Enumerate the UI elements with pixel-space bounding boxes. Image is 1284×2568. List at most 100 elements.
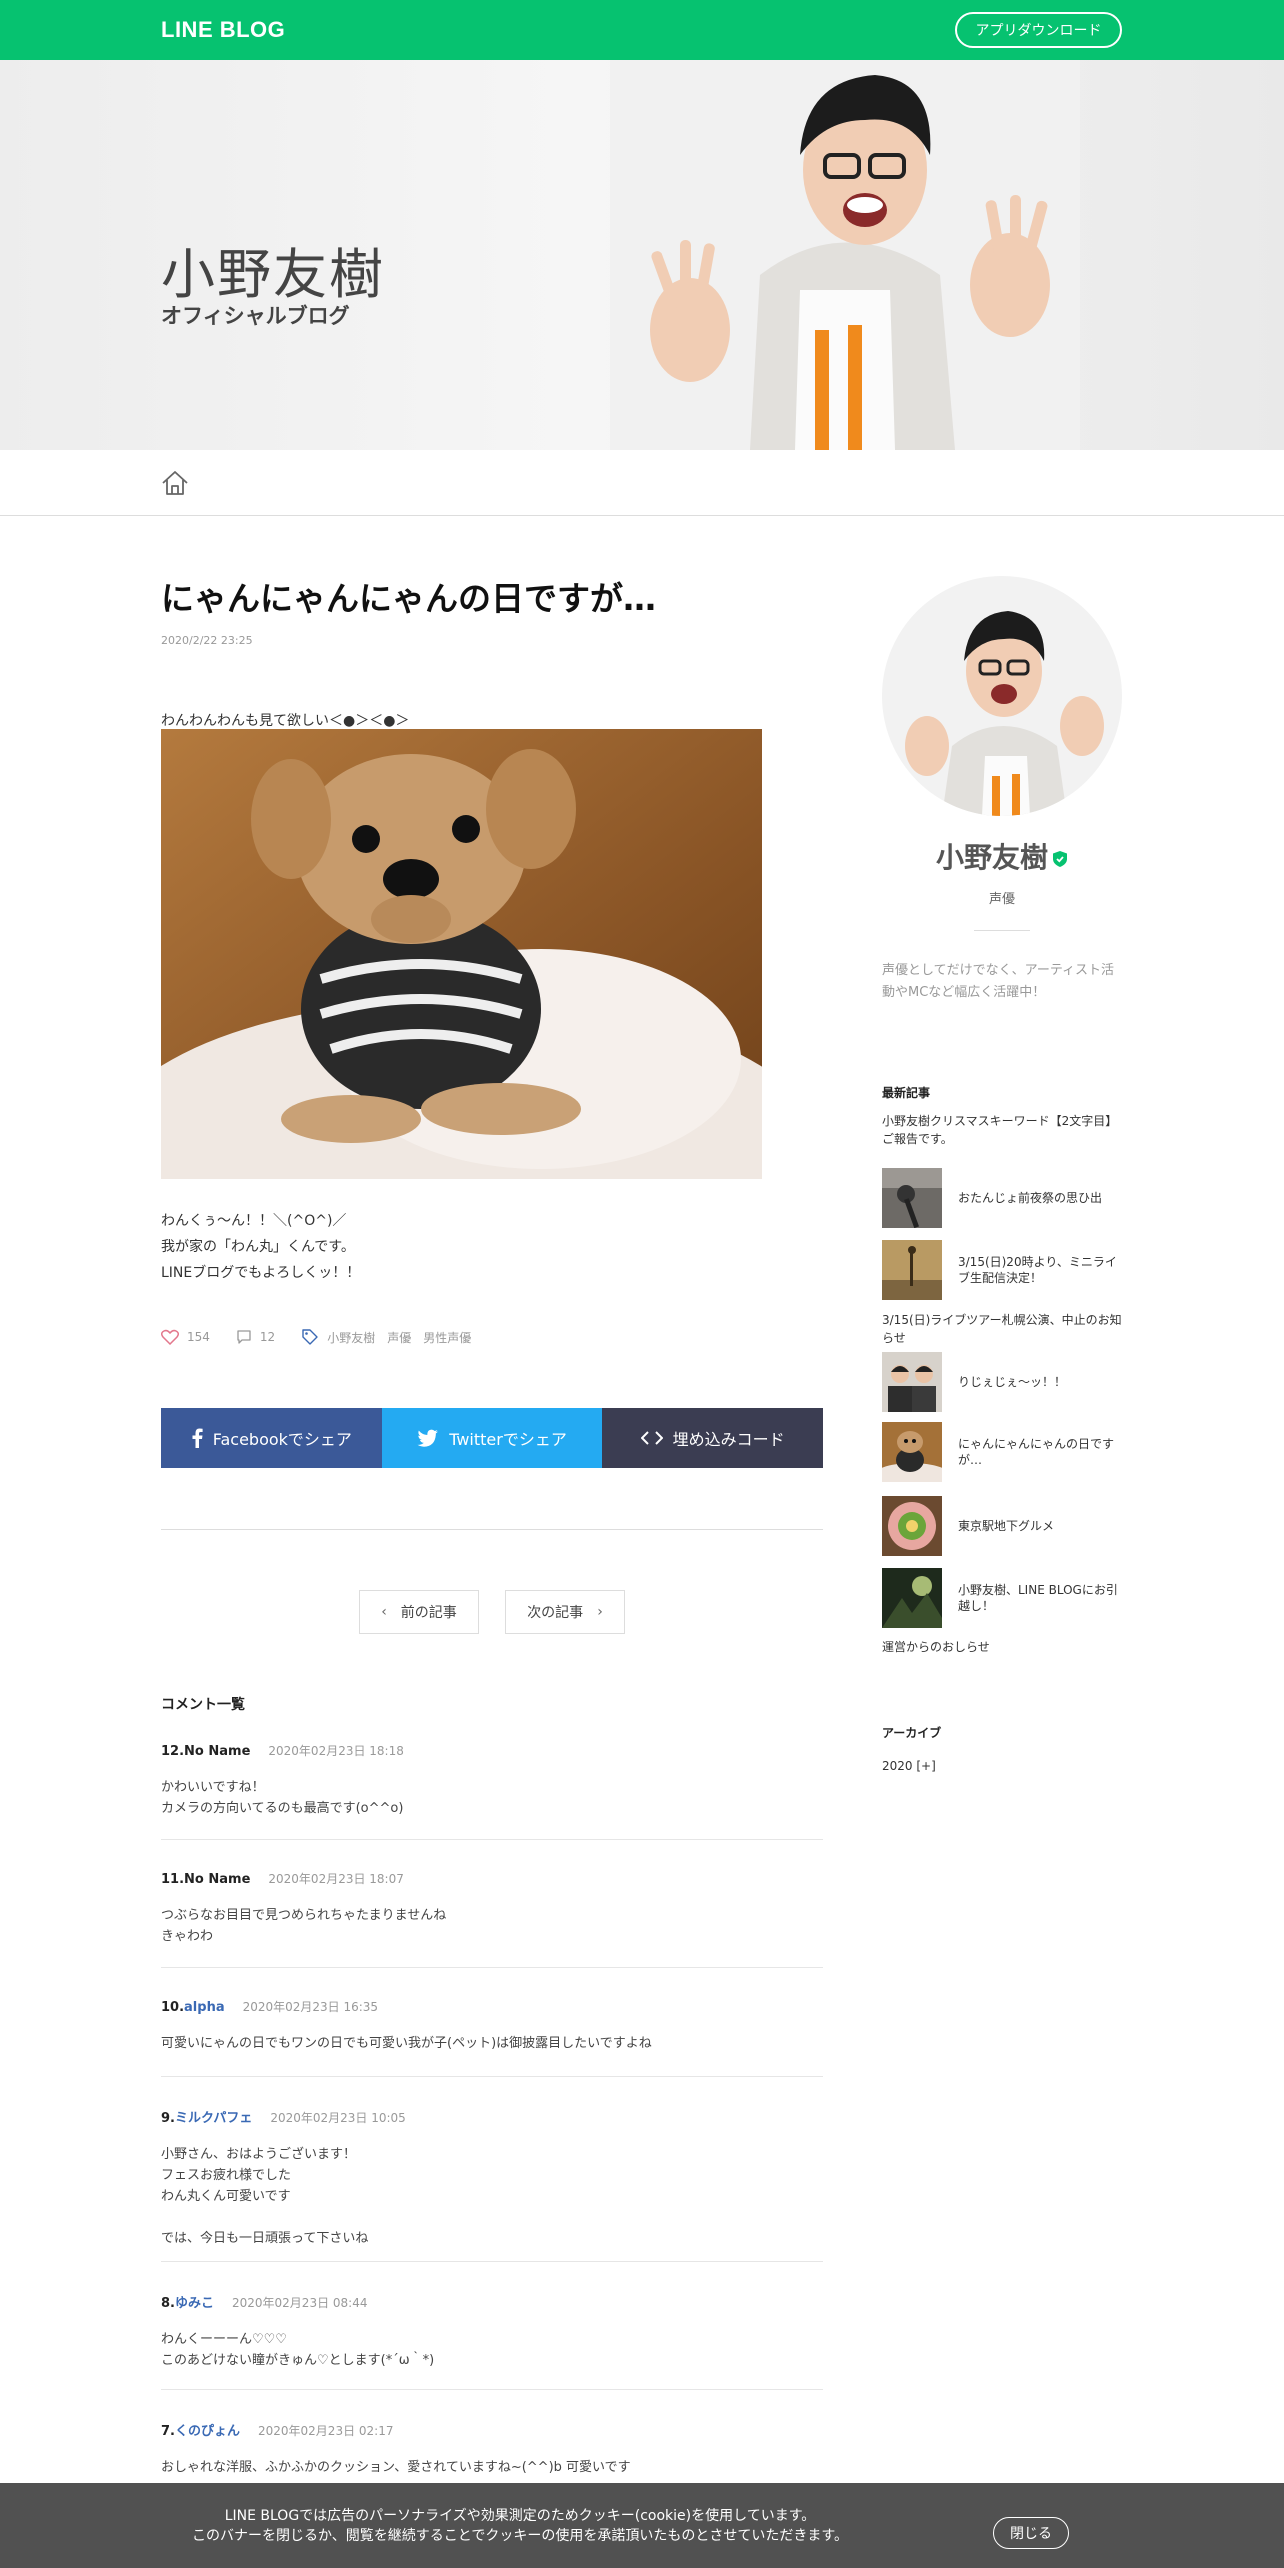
dog-photo-thumb: [882, 1422, 942, 1482]
profile-name: 小野友樹: [882, 836, 1122, 876]
comment-body: つぶらなお目目で見つめられちゃたまりませんね きゃわわ: [161, 1908, 447, 1944]
dog-photo: [161, 729, 762, 1179]
top-bar: LINE BLOG アプリダウンロード: [0, 0, 1284, 60]
line-blog-logo[interactable]: LINE BLOG: [161, 17, 285, 43]
comment-body: 可愛いにゃんの日でもワンの日でも可愛い我が子(ペット)は御披露目したいですよね: [161, 2036, 652, 2051]
avatar-image: [882, 576, 1122, 816]
like-count: 154: [187, 1330, 210, 1344]
profile-description: 声優としてだけでなく、アーティスト活動やMCなど幅広く活躍中！: [882, 963, 1115, 1000]
comment-body: おしゃれな洋服、ふかふかのクッション、愛されていますね~(^^)b 可愛いです: [161, 2460, 631, 2475]
latest-post-link[interactable]: おたんじょ前夜祭の思ひ出: [882, 1168, 1122, 1228]
tag-icon: [302, 1329, 318, 1345]
latest-post-link[interactable]: 3/15(日)ライブツアー札幌公演、中止のお知らせ: [882, 1311, 1122, 1347]
comment-body: 小野さん、おはようございます！ フェスお疲れ様でした わん丸くん可愛いです では…: [161, 2147, 369, 2246]
latest-post-title: りじぇじぇ〜ッ！！: [958, 1375, 1067, 1389]
comment-author: No Name: [184, 1744, 251, 1759]
food-photo: [882, 1496, 942, 1556]
latest-post-link[interactable]: 小野友樹クリスマスキーワード【2文字目】ご報告です。: [882, 1112, 1122, 1148]
latest-post-link[interactable]: りじぇじぇ〜ッ！！: [882, 1352, 1122, 1412]
comment-count: 12: [259, 1330, 276, 1344]
comment-number: 11.: [161, 1872, 185, 1887]
comment-item: 12.No Name 2020年02月23日 18:18 かわいいですね！ カメラ…: [161, 1742, 823, 1840]
next-article-label: 次の記事: [527, 1605, 584, 1621]
next-article-button[interactable]: 次の記事 ›: [505, 1590, 625, 1634]
comment-body: かわいいですね！ カメラの方向いてるのも最高です(o^^o): [161, 1780, 404, 1816]
facebook-share-button[interactable]: Facebookでシェア: [161, 1408, 382, 1468]
comment-author-link[interactable]: ミルクパフェ: [175, 2111, 252, 2126]
article-meta: 154 12 小野友樹 声優 男性声優: [161, 1328, 509, 1346]
chevron-right-icon: ›: [597, 1604, 603, 1620]
tag-link[interactable]: 小野友樹: [327, 1329, 375, 1346]
comment-number: 9.: [161, 2111, 175, 2126]
twitter-share-label: Twitterでシェア: [449, 1430, 567, 1449]
comment-item: 8.ゆみこ 2020年02月23日 08:44 わんくーーーん♡♡♡ このあどけな…: [161, 2292, 823, 2390]
light-photo: [882, 1568, 942, 1628]
comment-icon: [237, 1330, 251, 1344]
notice-link[interactable]: 運営からのおしらせ: [882, 1638, 1122, 1656]
divider: [974, 930, 1030, 931]
comment-button[interactable]: 12: [236, 1329, 275, 1345]
facebook-icon: [192, 1428, 203, 1448]
comment-number: 8.: [161, 2296, 175, 2311]
comment-author-link[interactable]: alpha: [184, 2000, 225, 2015]
breadcrumb-bar: [0, 450, 1284, 516]
article-body: わんくぅ〜ん！！＼(^O^)／ 我が家の「わん丸」くんです。 LINEブログでも…: [161, 1208, 360, 1286]
hero-title: 小野友樹: [161, 243, 385, 306]
embed-code-button[interactable]: 埋め込みコード: [602, 1408, 824, 1468]
home-icon[interactable]: [160, 468, 190, 498]
comment-author-link[interactable]: くのぴょん: [175, 2424, 240, 2439]
comment-item: 11.No Name 2020年02月23日 18:07 つぶらなお目目で見つめら…: [161, 1870, 823, 1968]
share-bar: Facebookでシェア Twitterでシェア 埋め込みコード: [161, 1408, 824, 1468]
latest-post-title: 東京駅地下グルメ: [958, 1519, 1055, 1533]
archive-heading: アーカイブ: [882, 1726, 942, 1740]
latest-post-title: 3/15(日)20時より、ミニライブ生配信決定！: [958, 1255, 1117, 1285]
comment-number: 7.: [161, 2424, 175, 2439]
comment-date: 2020年02月23日 16:35: [242, 2000, 379, 2014]
microphone-photo: [882, 1168, 942, 1228]
comment-number: 10.: [161, 2000, 185, 2015]
latest-post-link[interactable]: 3/15(日)20時より、ミニライブ生配信決定！: [882, 1240, 1122, 1300]
chevron-left-icon: ‹: [381, 1604, 387, 1620]
comment-date: 2020年02月23日 10:05: [270, 2111, 406, 2125]
profile-avatar[interactable]: [882, 576, 1122, 816]
hero-banner: 小野友樹 オフィシャルブログ: [0, 60, 1284, 450]
app-download-button[interactable]: アプリダウンロード: [955, 12, 1122, 48]
tag-link[interactable]: 男性声優: [423, 1329, 471, 1346]
stage-photo: [882, 1240, 942, 1300]
heart-icon: [161, 1329, 179, 1345]
code-icon: [640, 1431, 663, 1445]
hero-subtitle: オフィシャルブログ: [161, 304, 350, 328]
article-date: 2020/2/22 23:25: [161, 634, 253, 647]
comment-item: 10.alpha 2020年02月23日 16:35 可愛いにゃんの日でもワンの日…: [161, 1998, 823, 2077]
previous-article-button[interactable]: ‹ 前の記事: [359, 1590, 479, 1634]
latest-post-title: 小野友樹、LINE BLOGにお引越し！: [958, 1583, 1118, 1613]
comment-number: 12.: [161, 1744, 185, 1759]
cookie-banner: LINE BLOGでは広告のパーソナライズや効果測定のためクッキー(cookie…: [0, 2483, 1284, 2568]
latest-post-title: おたんじょ前夜祭の思ひ出: [958, 1191, 1103, 1205]
tag-link[interactable]: 声優: [387, 1329, 411, 1346]
cookie-close-button[interactable]: 閉じる: [993, 2517, 1069, 2549]
latest-post-link[interactable]: 小野友樹、LINE BLOGにお引越し！: [882, 1568, 1122, 1628]
article-body-line: 我が家の「わん丸」くんです。: [161, 1239, 355, 1255]
comment-author-link[interactable]: ゆみこ: [175, 2296, 214, 2311]
duo-photo: [882, 1352, 942, 1412]
comment-body: わんくーーーん♡♡♡ このあどけない瞳がきゅん♡とします(*´ω｀*): [161, 2332, 435, 2368]
comment-date: 2020年02月23日 18:18: [268, 1744, 404, 1758]
previous-article-label: 前の記事: [400, 1605, 457, 1621]
tag-list: 小野友樹 声優 男性声優: [301, 1328, 483, 1346]
article-lead-text: わんわんわんも見て欲しい＜●＞＜●＞: [161, 713, 410, 729]
comment-author: No Name: [184, 1872, 251, 1887]
twitter-share-button[interactable]: Twitterでシェア: [381, 1408, 603, 1468]
comment-date: 2020年02月23日 08:44: [232, 2296, 368, 2310]
archive-year-toggle[interactable]: 2020 [+]: [882, 1757, 1122, 1775]
facebook-share-label: Facebookでシェア: [212, 1430, 352, 1449]
profile-name-text: 小野友樹: [935, 841, 1048, 874]
latest-post-link[interactable]: 東京駅地下グルメ: [882, 1496, 1122, 1556]
cookie-message-line: このバナーを閉じるか、閲覧を継続することでクッキーの使用を承諾頂いたものとさせて…: [192, 2528, 848, 2544]
cookie-message: LINE BLOGでは広告のパーソナライズや効果測定のためクッキー(cookie…: [160, 2506, 880, 2546]
hero-portrait-image: [610, 60, 1080, 450]
latest-post-link[interactable]: にゃんにゃんにゃんの日ですが…: [882, 1422, 1122, 1482]
like-button[interactable]: 154: [161, 1329, 210, 1345]
latest-post-title: にゃんにゃんにゃんの日ですが…: [958, 1437, 1115, 1467]
comment-date: 2020年02月23日 02:17: [258, 2424, 394, 2438]
